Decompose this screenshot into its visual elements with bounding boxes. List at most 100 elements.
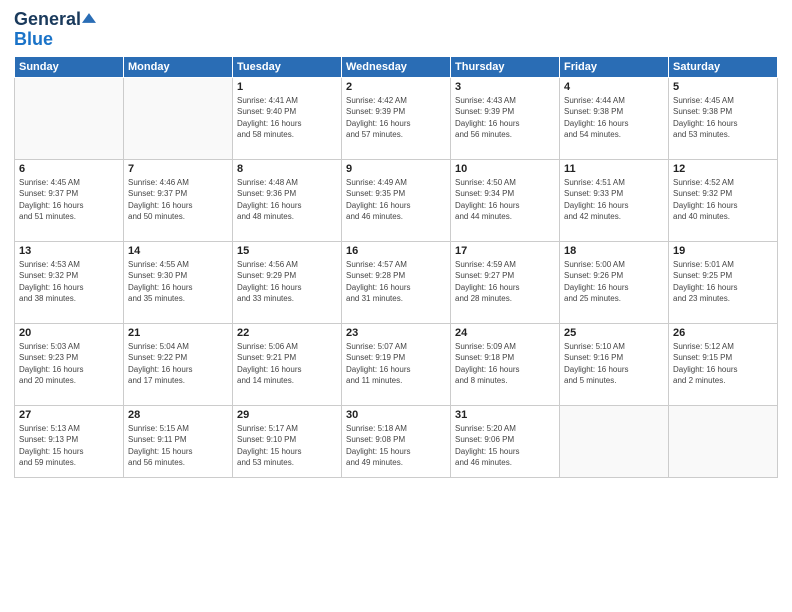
- day-info: Sunrise: 4:45 AMSunset: 9:38 PMDaylight:…: [673, 95, 773, 141]
- calendar-cell: 4 Sunrise: 4:44 AMSunset: 9:38 PMDaylight…: [560, 77, 669, 159]
- day-number: 21: [128, 327, 228, 339]
- day-info: Sunrise: 4:59 AMSunset: 9:27 PMDaylight:…: [455, 259, 555, 305]
- day-info: Sunrise: 4:52 AMSunset: 9:32 PMDaylight:…: [673, 177, 773, 223]
- calendar-cell: 26 Sunrise: 5:12 AMSunset: 9:15 PMDayligh…: [669, 323, 778, 405]
- day-info: Sunrise: 5:20 AMSunset: 9:06 PMDaylight:…: [455, 423, 555, 469]
- day-info: Sunrise: 4:55 AMSunset: 9:30 PMDaylight:…: [128, 259, 228, 305]
- calendar-cell: 23Sunrise: 5:07 AMSunset: 9:19 PMDayligh…: [342, 323, 451, 405]
- calendar-cell: 29 Sunrise: 5:17 AMSunset: 9:10 PMDayligh…: [233, 405, 342, 477]
- calendar-cell: 17 Sunrise: 4:59 AMSunset: 9:27 PMDayligh…: [451, 241, 560, 323]
- day-info: Sunrise: 5:10 AMSunset: 9:16 PMDaylight:…: [564, 341, 664, 387]
- day-number: 5: [673, 81, 773, 93]
- calendar-cell: 30 Sunrise: 5:18 AMSunset: 9:08 PMDayligh…: [342, 405, 451, 477]
- logo-icon: [82, 11, 96, 25]
- day-info: Sunrise: 4:49 AMSunset: 9:35 PMDaylight:…: [346, 177, 446, 223]
- day-number: 18: [564, 245, 664, 257]
- calendar-cell: 18Sunrise: 5:00 AMSunset: 9:26 PMDayligh…: [560, 241, 669, 323]
- calendar-cell: 14 Sunrise: 4:55 AMSunset: 9:30 PMDayligh…: [124, 241, 233, 323]
- day-number: 14: [128, 245, 228, 257]
- day-info: Sunrise: 5:04 AMSunset: 9:22 PMDaylight:…: [128, 341, 228, 387]
- weekday-header-wednesday: Wednesday: [342, 56, 451, 77]
- day-number: 15: [237, 245, 337, 257]
- calendar-cell: 7 Sunrise: 4:46 AMSunset: 9:37 PMDaylight…: [124, 159, 233, 241]
- day-number: 28: [128, 409, 228, 421]
- calendar-cell: 10 Sunrise: 4:50 AMSunset: 9:34 PMDayligh…: [451, 159, 560, 241]
- day-number: 20: [19, 327, 119, 339]
- calendar-cell: [124, 77, 233, 159]
- day-number: 13: [19, 245, 119, 257]
- calendar-cell: 20 Sunrise: 5:03 AMSunset: 9:23 PMDayligh…: [15, 323, 124, 405]
- day-info: Sunrise: 5:03 AMSunset: 9:23 PMDaylight:…: [19, 341, 119, 387]
- day-info: Sunrise: 5:17 AMSunset: 9:10 PMDaylight:…: [237, 423, 337, 469]
- week-row-1: 1 Sunrise: 4:41 AMSunset: 9:40 PMDaylight…: [15, 77, 778, 159]
- day-number: 30: [346, 409, 446, 421]
- day-info: Sunrise: 5:01 AMSunset: 9:25 PMDaylight:…: [673, 259, 773, 305]
- day-info: Sunrise: 5:07 AMSunset: 9:19 PMDaylight:…: [346, 341, 446, 387]
- day-number: 16: [346, 245, 446, 257]
- week-row-2: 6Sunrise: 4:45 AMSunset: 9:37 PMDaylight…: [15, 159, 778, 241]
- day-info: Sunrise: 4:53 AMSunset: 9:32 PMDaylight:…: [19, 259, 119, 305]
- day-info: Sunrise: 4:50 AMSunset: 9:34 PMDaylight:…: [455, 177, 555, 223]
- calendar-cell: 16Sunrise: 4:57 AMSunset: 9:28 PMDayligh…: [342, 241, 451, 323]
- day-info: Sunrise: 4:44 AMSunset: 9:38 PMDaylight:…: [564, 95, 664, 141]
- day-info: Sunrise: 4:43 AMSunset: 9:39 PMDaylight:…: [455, 95, 555, 141]
- day-number: 2: [346, 81, 446, 93]
- day-info: Sunrise: 5:06 AMSunset: 9:21 PMDaylight:…: [237, 341, 337, 387]
- day-number: 25: [564, 327, 664, 339]
- week-row-5: 27 Sunrise: 5:13 AMSunset: 9:13 PMDayligh…: [15, 405, 778, 477]
- calendar-cell: 8 Sunrise: 4:48 AMSunset: 9:36 PMDaylight…: [233, 159, 342, 241]
- weekday-header-tuesday: Tuesday: [233, 56, 342, 77]
- day-info: Sunrise: 4:48 AMSunset: 9:36 PMDaylight:…: [237, 177, 337, 223]
- day-info: Sunrise: 5:18 AMSunset: 9:08 PMDaylight:…: [346, 423, 446, 469]
- calendar-cell: 2Sunrise: 4:42 AMSunset: 9:39 PMDaylight…: [342, 77, 451, 159]
- page-header: General Blue: [14, 10, 778, 50]
- calendar-cell: 11Sunrise: 4:51 AMSunset: 9:33 PMDayligh…: [560, 159, 669, 241]
- day-number: 22: [237, 327, 337, 339]
- calendar-cell: [560, 405, 669, 477]
- logo-text: General Blue: [14, 10, 96, 50]
- day-number: 27: [19, 409, 119, 421]
- day-number: 6: [19, 163, 119, 175]
- day-number: 19: [673, 245, 773, 257]
- day-number: 29: [237, 409, 337, 421]
- calendar-cell: 12Sunrise: 4:52 AMSunset: 9:32 PMDayligh…: [669, 159, 778, 241]
- day-number: 1: [237, 81, 337, 93]
- calendar-cell: 13 Sunrise: 4:53 AMSunset: 9:32 PMDayligh…: [15, 241, 124, 323]
- day-info: Sunrise: 5:12 AMSunset: 9:15 PMDaylight:…: [673, 341, 773, 387]
- day-number: 3: [455, 81, 555, 93]
- logo: General Blue: [14, 10, 96, 50]
- day-number: 8: [237, 163, 337, 175]
- calendar-cell: 24Sunrise: 5:09 AMSunset: 9:18 PMDayligh…: [451, 323, 560, 405]
- day-info: Sunrise: 4:46 AMSunset: 9:37 PMDaylight:…: [128, 177, 228, 223]
- day-number: 4: [564, 81, 664, 93]
- calendar-cell: 27 Sunrise: 5:13 AMSunset: 9:13 PMDayligh…: [15, 405, 124, 477]
- day-number: 17: [455, 245, 555, 257]
- logo-blue: Blue: [14, 29, 53, 49]
- day-number: 7: [128, 163, 228, 175]
- week-row-4: 20 Sunrise: 5:03 AMSunset: 9:23 PMDayligh…: [15, 323, 778, 405]
- weekday-header-saturday: Saturday: [669, 56, 778, 77]
- day-info: Sunrise: 4:51 AMSunset: 9:33 PMDaylight:…: [564, 177, 664, 223]
- week-row-3: 13 Sunrise: 4:53 AMSunset: 9:32 PMDayligh…: [15, 241, 778, 323]
- calendar-cell: [15, 77, 124, 159]
- day-info: Sunrise: 4:41 AMSunset: 9:40 PMDaylight:…: [237, 95, 337, 141]
- day-number: 26: [673, 327, 773, 339]
- calendar-cell: 15Sunrise: 4:56 AMSunset: 9:29 PMDayligh…: [233, 241, 342, 323]
- day-info: Sunrise: 5:09 AMSunset: 9:18 PMDaylight:…: [455, 341, 555, 387]
- calendar-cell: 25 Sunrise: 5:10 AMSunset: 9:16 PMDayligh…: [560, 323, 669, 405]
- weekday-header-sunday: Sunday: [15, 56, 124, 77]
- day-info: Sunrise: 5:13 AMSunset: 9:13 PMDaylight:…: [19, 423, 119, 469]
- weekday-header-thursday: Thursday: [451, 56, 560, 77]
- calendar-cell: 28Sunrise: 5:15 AMSunset: 9:11 PMDayligh…: [124, 405, 233, 477]
- calendar-cell: 21 Sunrise: 5:04 AMSunset: 9:22 PMDayligh…: [124, 323, 233, 405]
- calendar-cell: 6Sunrise: 4:45 AMSunset: 9:37 PMDaylight…: [15, 159, 124, 241]
- calendar-cell: 9 Sunrise: 4:49 AMSunset: 9:35 PMDaylight…: [342, 159, 451, 241]
- calendar-cell: [669, 405, 778, 477]
- day-number: 10: [455, 163, 555, 175]
- day-number: 9: [346, 163, 446, 175]
- calendar-cell: 5 Sunrise: 4:45 AMSunset: 9:38 PMDaylight…: [669, 77, 778, 159]
- calendar-cell: 31 Sunrise: 5:20 AMSunset: 9:06 PMDayligh…: [451, 405, 560, 477]
- day-number: 31: [455, 409, 555, 421]
- weekday-header-row: SundayMondayTuesdayWednesdayThursdayFrid…: [15, 56, 778, 77]
- weekday-header-friday: Friday: [560, 56, 669, 77]
